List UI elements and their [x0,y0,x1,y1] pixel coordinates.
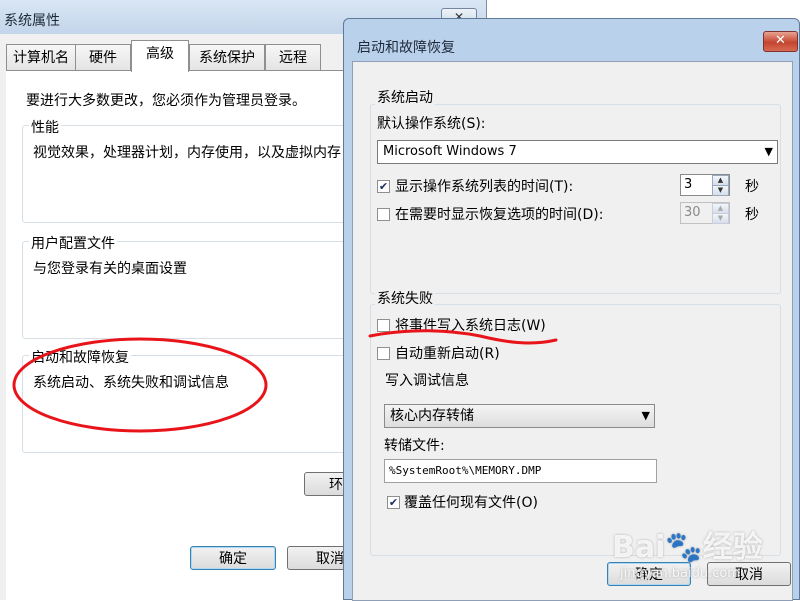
auto-restart-label: 自动重新启动(R) [395,346,500,362]
admin-note: 要进行大多数更改，您必须作为管理员登录。 [26,93,306,109]
watermark-brand-tail: 经验 [702,530,763,565]
default-os-label: 默认操作系统(S): [377,116,486,132]
dropdown-arrow-icon: ▼ [764,145,773,158]
tab-hardware[interactable]: 硬件 [75,44,131,71]
watermark-logo: Bai🐾经验 [612,522,763,566]
ok-button[interactable]: 确定 [190,546,276,570]
spin-down-icon[interactable]: ▼ [712,185,729,196]
startup-recovery-desc: 系统启动、系统失败和调试信息 [33,375,229,391]
show-os-list-label: 显示操作系统列表的时间(T): [395,179,574,195]
show-os-list-checkbox[interactable]: ✔ [377,180,390,193]
dialog-title: 启动和故障恢复 [357,40,455,56]
auto-restart-checkbox[interactable] [377,347,390,360]
tab-remote[interactable]: 远程 [265,44,321,71]
user-profiles-desc: 与您登录有关的桌面设置 [33,261,187,277]
tab-computer-name[interactable]: 计算机名 [6,44,76,71]
dialog-client: 系统启动 默认操作系统(S): Microsoft Windows 7 ▼ ✔ … [352,61,793,601]
watermark-brand: Bai [612,530,666,565]
default-os-value: Microsoft Windows 7 [383,144,517,159]
dump-file-label: 转储文件: [384,438,445,454]
spin-down-icon: ▼ [712,213,729,224]
overwrite-checkbox[interactable]: ✔ [387,496,400,509]
user-profiles-label: 用户配置文件 [29,233,117,253]
overwrite-label: 覆盖任何现有文件(O) [404,495,538,511]
show-recovery-checkbox[interactable] [377,208,390,221]
startup-recovery-label: 启动和故障恢复 [29,347,131,367]
close-button[interactable]: ✕ [763,31,798,52]
startup-recovery-dialog: 启动和故障恢复 ✕ 系统启动 默认操作系统(S): Microsoft Wind… [343,18,800,601]
system-failure-group [370,304,781,556]
write-event-checkbox[interactable] [377,319,390,332]
system-startup-label: 系统启动 [375,87,435,107]
debug-info-value: 核心内存转储 [390,408,474,424]
seconds-unit: 秒 [745,207,759,223]
debug-info-label: 写入调试信息 [383,370,471,390]
dump-file-input[interactable]: %SystemRoot%\MEMORY.DMP [384,459,657,483]
tab-system-protection[interactable]: 系统保护 [189,44,265,71]
watermark-url: jingyan.baidu.com [620,566,740,581]
window-title: 系统属性 [4,13,60,29]
write-event-label: 将事件写入系统日志(W) [395,318,546,334]
performance-label: 性能 [29,117,61,137]
paw-icon: 🐾 [665,530,703,565]
dropdown-arrow-icon: ▼ [641,409,650,422]
seconds-unit: 秒 [745,179,759,195]
system-failure-label: 系统失败 [375,288,435,308]
default-os-select[interactable]: Microsoft Windows 7 ▼ [377,140,778,164]
tab-advanced[interactable]: 高级 [131,40,189,72]
performance-desc: 视觉效果，处理器计划，内存使用，以及虚拟内存 [33,145,341,161]
debug-info-select[interactable]: 核心内存转储 ▼ [384,404,655,428]
show-recovery-label: 在需要时显示恢复选项的时间(D): [395,207,604,223]
